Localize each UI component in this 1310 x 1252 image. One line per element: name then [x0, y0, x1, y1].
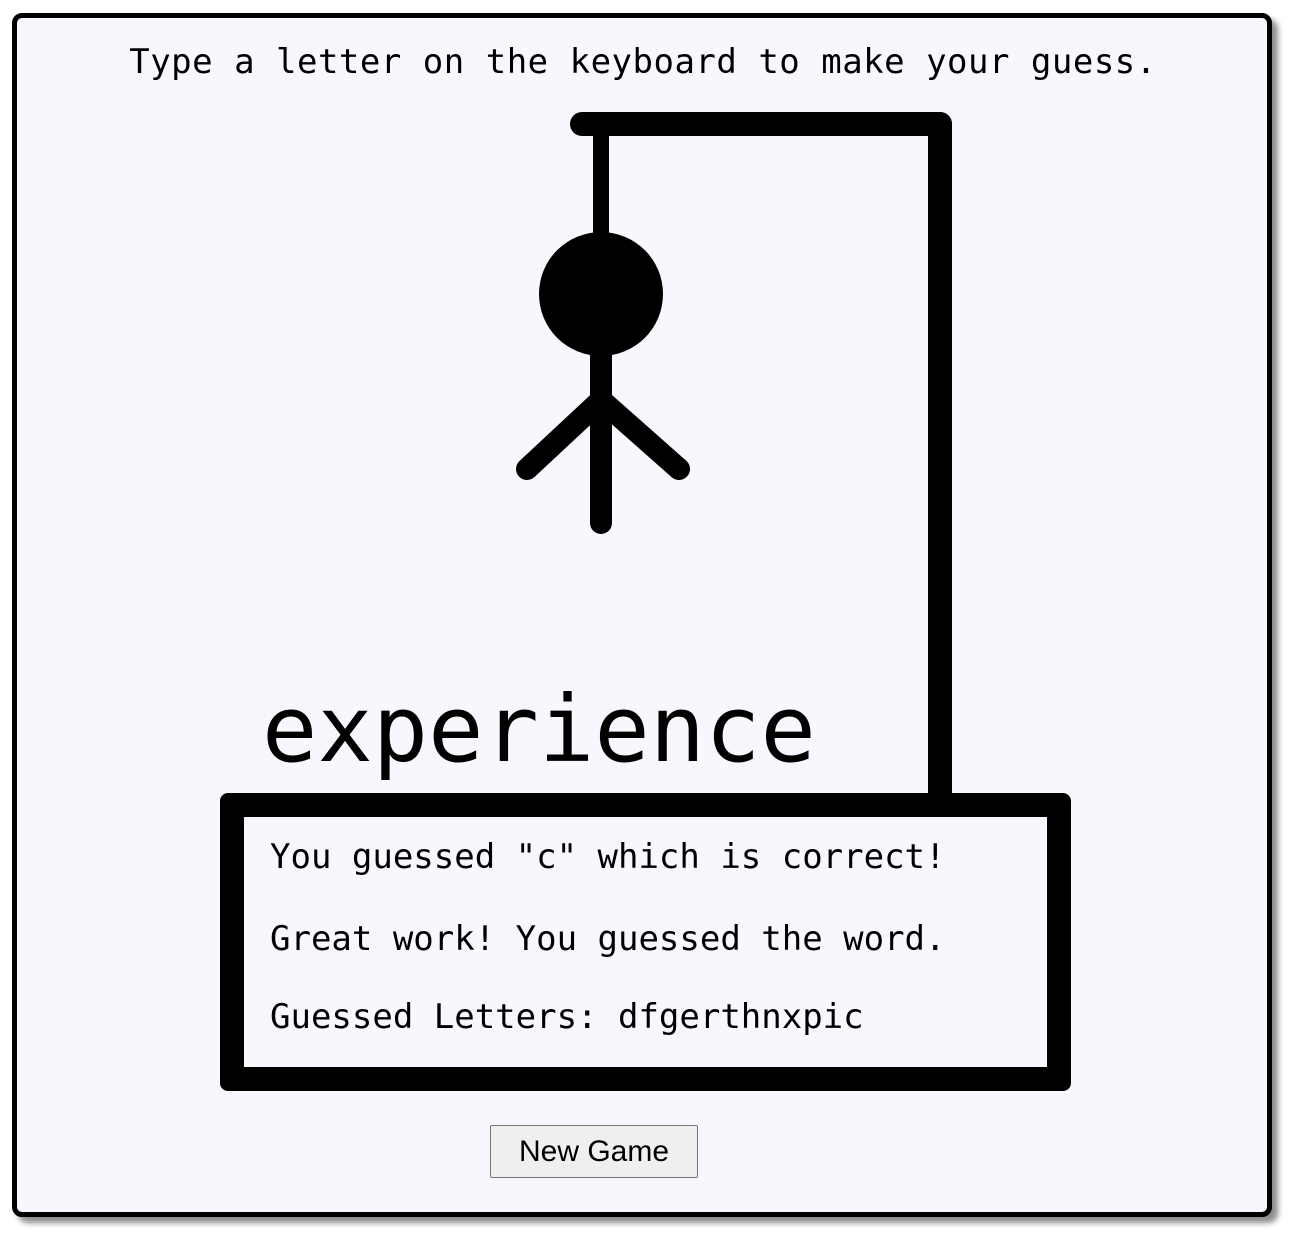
guessed-letters: Guessed Letters: dfgerthnxpic	[270, 997, 864, 1037]
message-box: You guessed "c" which is correct! Great …	[220, 793, 1071, 1091]
secret-word: experience	[262, 676, 816, 783]
new-game-button[interactable]: New Game	[490, 1125, 698, 1178]
game-status-message: Great work! You guessed the word.	[270, 919, 946, 959]
hangman-right-arm	[590, 389, 690, 480]
hangman-head	[539, 232, 663, 356]
guess-result-message: You guessed "c" which is correct!	[270, 837, 946, 877]
hangman-left-arm	[516, 389, 612, 480]
